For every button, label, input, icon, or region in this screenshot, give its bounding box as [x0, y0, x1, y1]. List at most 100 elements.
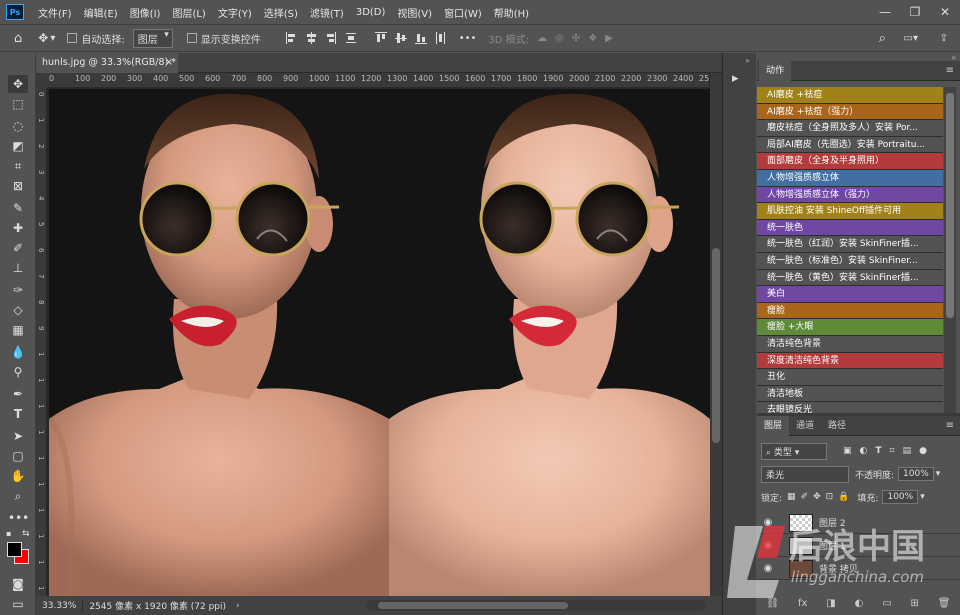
link-layers-icon[interactable]: ⛓	[766, 598, 779, 609]
more-tools-icon[interactable]: •••	[8, 509, 29, 527]
maximize-button[interactable]: ❐	[900, 0, 930, 24]
close-icon[interactable]: ×	[165, 53, 173, 73]
opacity-input[interactable]: 100%	[898, 467, 934, 481]
actions-panel-icon[interactable]: ▸	[732, 71, 739, 86]
show-transform-checkbox[interactable]: 显示变换控件	[186, 31, 261, 46]
action-item[interactable]: 人物增强质感立体	[757, 169, 943, 187]
action-item[interactable]: 统一肤色（红润）安装 SkinFiner插...	[757, 236, 943, 253]
action-item[interactable]: AI磨皮 +祛痘（强力）	[757, 103, 943, 121]
horizontal-scrollbar[interactable]	[366, 600, 706, 611]
fx-icon[interactable]: fx	[798, 598, 807, 609]
lock-all-icon[interactable]: 🔒	[838, 492, 849, 502]
ruler-origin[interactable]	[36, 73, 47, 88]
healing-brush-icon[interactable]: ✚	[8, 219, 28, 237]
distribute-icon[interactable]	[345, 32, 356, 44]
tab-paths[interactable]: 路径	[821, 416, 853, 436]
auto-select-checkbox[interactable]: 自动选择:	[67, 31, 125, 46]
swap-colors-icon[interactable]: ⇆	[22, 529, 30, 539]
lasso-tool-icon[interactable]: ◌	[8, 117, 28, 135]
panel-menu-icon[interactable]: ≡	[946, 420, 954, 431]
screen-mode-icon[interactable]: ▭	[8, 595, 28, 613]
filter-smart-icon[interactable]: ▤	[903, 446, 912, 456]
action-item[interactable]: 面部磨皮（全身及半身照用）	[757, 153, 943, 170]
action-item[interactable]: 深度清洁纯色背景	[757, 352, 943, 370]
blend-mode-dropdown[interactable]: 柔光	[761, 465, 849, 483]
menu-select[interactable]: 选择(S)	[258, 5, 304, 20]
action-item[interactable]: 丑化	[757, 369, 943, 386]
action-item[interactable]: 瘦脸 +大眼	[757, 319, 943, 336]
lock-artboard-icon[interactable]: ⊡	[826, 492, 834, 502]
tab-actions[interactable]: 动作	[759, 61, 792, 81]
menu-window[interactable]: 窗口(W)	[438, 5, 488, 20]
action-item[interactable]: 肌肤控油 安装 ShineOff插件可用	[757, 203, 943, 220]
action-item[interactable]: AI磨皮 +祛痘	[757, 87, 943, 104]
filter-type-icon[interactable]: T	[875, 446, 881, 456]
tab-layers[interactable]: 图层	[757, 415, 790, 436]
status-menu-icon[interactable]: ›	[236, 601, 240, 611]
eye-icon[interactable]: ◉	[757, 563, 779, 574]
pen-tool-icon[interactable]: ✒	[8, 385, 28, 403]
lock-transparency-icon[interactable]: ▦	[787, 492, 796, 502]
menu-3d[interactable]: 3D(D)	[350, 7, 392, 18]
new-group-icon[interactable]: ▭	[882, 598, 891, 609]
lock-position-icon[interactable]: ✥	[813, 492, 821, 502]
align-center-h-icon[interactable]	[306, 32, 316, 44]
distribute-v-icon[interactable]	[435, 32, 445, 44]
path-select-icon[interactable]: ➤	[8, 427, 28, 445]
blur-tool-icon[interactable]: 💧	[8, 343, 28, 361]
vertical-scrollbar[interactable]	[710, 73, 722, 596]
vertical-scroll-thumb[interactable]	[712, 248, 720, 443]
document-tab[interactable]: hunls.jpg @ 33.3%(RGB/8) * ×	[36, 53, 178, 73]
chevron-down-icon[interactable]: ▾	[920, 492, 925, 502]
action-item[interactable]: 瘦脸	[757, 302, 943, 320]
filter-pixel-icon[interactable]: ▣	[843, 446, 852, 456]
menu-image[interactable]: 图像(I)	[124, 5, 167, 20]
layer-name[interactable]: 图层 2	[819, 516, 846, 529]
align-left-icon[interactable]	[285, 32, 296, 44]
stamp-tool-icon[interactable]: ⊥	[8, 259, 28, 277]
share-icon[interactable]: ⇪	[940, 33, 948, 44]
filter-adjust-icon[interactable]: ◐	[860, 446, 868, 456]
close-button[interactable]: ✕	[930, 0, 960, 24]
menu-filter[interactable]: 滤镜(T)	[304, 5, 350, 20]
dodge-tool-icon[interactable]: ⚲	[8, 363, 28, 381]
workspace-icon[interactable]: ▭▾	[904, 33, 918, 44]
tab-channels[interactable]: 通道	[789, 416, 821, 436]
adjustment-layer-icon[interactable]: ◐	[855, 598, 864, 609]
eraser-tool-icon[interactable]: ◇	[8, 301, 28, 319]
layer-row[interactable]: ◉ 图层 1	[757, 535, 960, 557]
action-item[interactable]: 美白	[757, 286, 943, 303]
history-brush-icon[interactable]: ✑	[8, 281, 28, 299]
filter-shape-icon[interactable]: ⌗	[890, 446, 895, 456]
align-bottom-icon[interactable]	[414, 32, 427, 44]
photoshop-logo[interactable]: Ps	[6, 4, 24, 20]
actions-scroll-thumb[interactable]	[946, 93, 954, 318]
add-mask-icon[interactable]: ◨	[826, 598, 835, 609]
eyedropper-icon[interactable]: ✎	[8, 199, 28, 217]
menu-layer[interactable]: 图层(L)	[166, 5, 211, 20]
marquee-tool-icon[interactable]: ⬚	[8, 95, 28, 113]
image-canvas[interactable]	[49, 89, 710, 597]
layer-name[interactable]: 背景 拷贝	[819, 562, 858, 575]
shape-tool-icon[interactable]: ▢	[8, 447, 28, 465]
lock-pixels-icon[interactable]: ✐	[801, 492, 809, 502]
zoom-tool-icon[interactable]: ⌕	[8, 487, 28, 505]
quick-mask-icon[interactable]: ◙	[8, 575, 28, 593]
action-item[interactable]: 人物增强质感立体（强力）	[757, 186, 943, 204]
action-item[interactable]: 清洁地板	[757, 385, 943, 403]
horizontal-scroll-thumb[interactable]	[378, 602, 568, 609]
actions-scrollbar[interactable]	[944, 87, 956, 413]
hand-tool-icon[interactable]: ✋	[8, 467, 28, 485]
minimize-button[interactable]: —	[870, 0, 900, 24]
action-item[interactable]: 统一肤色（标准色）安装 SkinFiner...	[757, 252, 943, 270]
horizontal-ruler[interactable]: 0 100 200 300 400 500 600 700 800 900 1000 1100 1200…	[47, 73, 709, 88]
chevron-down-icon[interactable]: ▾	[936, 469, 941, 479]
chevron-down-icon[interactable]: ▾	[50, 33, 55, 44]
action-item[interactable]: 局部AI磨皮（先圈选）安装 Portraitu...	[757, 136, 943, 154]
auto-select-dropdown[interactable]: 图层	[132, 28, 173, 48]
home-icon[interactable]: ⌂	[14, 31, 22, 46]
move-tool-icon[interactable]: ✥	[38, 31, 48, 45]
frame-tool-icon[interactable]: ⊠	[8, 177, 28, 195]
default-colors-icon[interactable]: ▪	[6, 529, 11, 538]
action-item[interactable]: 清洁纯色背景	[757, 335, 943, 353]
